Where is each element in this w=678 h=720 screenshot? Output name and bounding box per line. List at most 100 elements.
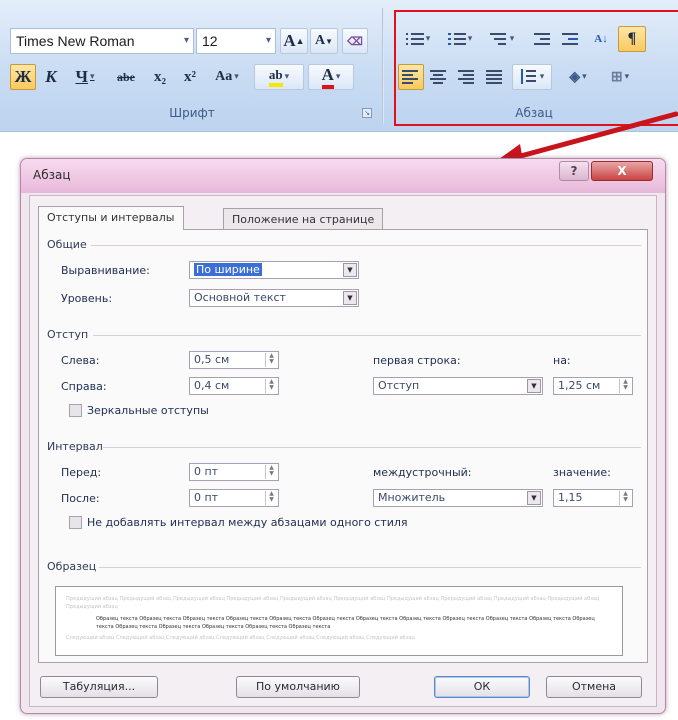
tab-indents-spacing[interactable]: Отступы и интервалы [38,206,184,230]
chevron-down-icon[interactable]: ▾ [285,72,290,82]
eraser-icon: ⌫ [347,35,363,48]
tab-line-page-breaks[interactable]: Положение на странице [223,208,384,230]
level-value: Основной текст [194,291,286,304]
shrink-font-icon: A [314,33,326,48]
font-dialog-launcher-icon[interactable]: ↘ [362,108,372,118]
line-spacing-label: междустрочный: [373,466,472,479]
font-color-button[interactable]: A ▾ [308,64,354,90]
spacing-after-label: После: [61,492,100,505]
indent-by-value: 1,25 см [558,379,601,392]
indent-left-value: 0,5 см [194,353,230,366]
spinner-arrows-icon[interactable]: ▲ ▼ [265,465,277,479]
font-name-value: Times New Roman [16,33,135,49]
dont-add-space-checkbox[interactable] [69,516,82,529]
chevron-down-icon[interactable]: ▼ [343,263,357,277]
spacing-at-label: значение: [553,466,611,479]
strikethrough-button[interactable]: abe [108,64,144,90]
underline-icon: Ч [75,67,88,86]
superscript-icon: x² [184,68,196,85]
close-button[interactable]: X [591,161,653,181]
tab-label: Отступы и интервалы [47,211,175,224]
italic-button[interactable]: К [38,64,64,90]
spacing-at-spinner[interactable]: 1,15 ▲ ▼ [553,489,633,507]
set-default-button-label: По умолчанию [256,680,340,693]
divider [91,245,641,246]
alignment-select[interactable]: По ширине ▼ [189,261,359,279]
ok-button-label: ОК [473,680,491,693]
indent-by-spinner[interactable]: 1,25 см ▲ ▼ [553,377,633,395]
font-size-combo[interactable]: 12 ▾ [196,28,276,54]
divider [103,447,641,448]
help-icon: ? [570,164,578,178]
tabs-button[interactable]: Табуляция... [40,676,158,698]
cancel-button[interactable]: Отмена [546,676,642,698]
shrink-font-button[interactable]: A ▼ [310,28,338,54]
dialog-titlebar[interactable]: Абзац ? X [21,159,665,193]
tab-label: Положение на странице [232,213,375,226]
bold-button[interactable]: Ж [10,64,36,90]
line-spacing-select[interactable]: Множитель ▼ [373,489,543,507]
first-line-select[interactable]: Отступ ▼ [373,377,543,395]
mirror-indents-label: Зеркальные отступы [87,404,209,417]
chevron-down-icon[interactable]: ▾ [90,72,95,82]
dialog-title: Абзац [33,168,71,182]
indent-right-spinner[interactable]: 0,4 см ▲ ▼ [189,377,279,395]
strikethrough-icon: abe [117,69,135,84]
highlight-button[interactable]: ab ▾ [254,64,304,90]
highlighter-icon: ab [268,67,283,87]
section-general-title: Общие [47,238,87,251]
indent-by-label: на: [553,354,571,367]
ok-button[interactable]: ОК [434,676,530,698]
paragraph-dialog: Абзац ? X Отступы и интервалы Положение … [20,158,666,714]
font-group: Times New Roman ▾ 12 ▾ A ▲ A ▼ ⌫ Ж К Ч ▾ ab… [8,6,376,126]
font-color-icon: A [321,65,334,89]
preview-previous-paragraph: Предыдущий абзац Предыдущий абзац Предыд… [66,596,600,610]
bold-icon: Ж [14,67,32,86]
spacing-after-value: 0 пт [194,491,219,504]
font-group-label: Шрифт [169,106,215,120]
change-case-button[interactable]: Aa ▾ [206,64,248,90]
spacing-after-spinner[interactable]: 0 пт ▲ ▼ [189,489,279,507]
spinner-arrows-icon[interactable]: ▲ ▼ [619,379,631,393]
indent-left-spinner[interactable]: 0,5 см ▲ ▼ [189,351,279,369]
spinner-arrows-icon[interactable]: ▲ ▼ [619,491,631,505]
chevron-down-icon[interactable]: ▾ [234,72,239,82]
underline-button[interactable]: Ч ▾ [64,64,106,90]
chevron-down-icon[interactable]: ▾ [184,29,189,53]
spacing-before-value: 0 пт [194,465,219,478]
grow-font-button[interactable]: A ▲ [280,28,308,54]
change-case-icon: Aa [215,69,233,84]
divider [93,335,641,336]
spacing-at-value: 1,15 [558,491,583,504]
preview-sample-paragraph: Образец текста Образец текста Образец те… [96,616,595,630]
section-spacing-title: Интервал [47,440,103,453]
subscript-button[interactable]: x₂ [146,64,174,90]
chevron-down-icon[interactable]: ▼ [527,379,541,393]
chevron-down-icon[interactable]: ▾ [266,29,271,53]
help-button[interactable]: ? [559,161,589,181]
close-icon: X [617,164,627,178]
grow-font-icon: A [283,31,296,50]
chevron-down-icon[interactable]: ▾ [336,72,341,82]
preview-next-paragraph: Следующий абзац Следующий абзац Следующи… [66,635,415,641]
section-preview-title: Образец [47,560,97,573]
font-name-combo[interactable]: Times New Roman ▾ [10,28,194,54]
clear-format-button[interactable]: ⌫ [342,28,368,54]
subscript-icon: x₂ [154,68,166,85]
spinner-arrows-icon[interactable]: ▲ ▼ [265,379,277,393]
superscript-button[interactable]: x² [176,64,204,90]
mirror-indents-checkbox[interactable] [69,404,82,417]
level-select[interactable]: Основной текст ▼ [189,289,359,307]
set-default-button[interactable]: По умолчанию [236,676,360,698]
spacing-before-spinner[interactable]: 0 пт ▲ ▼ [189,463,279,481]
indent-right-label: Справа: [61,380,107,393]
divider [99,567,641,568]
group-separator [382,8,384,124]
section-indent-title: Отступ [47,328,89,341]
spinner-arrows-icon[interactable]: ▲ ▼ [265,491,277,505]
dialog-client: Отступы и интервалы Положение на страниц… [29,195,657,707]
spinner-arrows-icon[interactable]: ▲ ▼ [265,353,277,367]
chevron-down-icon[interactable]: ▼ [343,291,357,305]
chevron-down-icon[interactable]: ▼ [527,491,541,505]
spacing-before-label: Перед: [61,466,102,479]
